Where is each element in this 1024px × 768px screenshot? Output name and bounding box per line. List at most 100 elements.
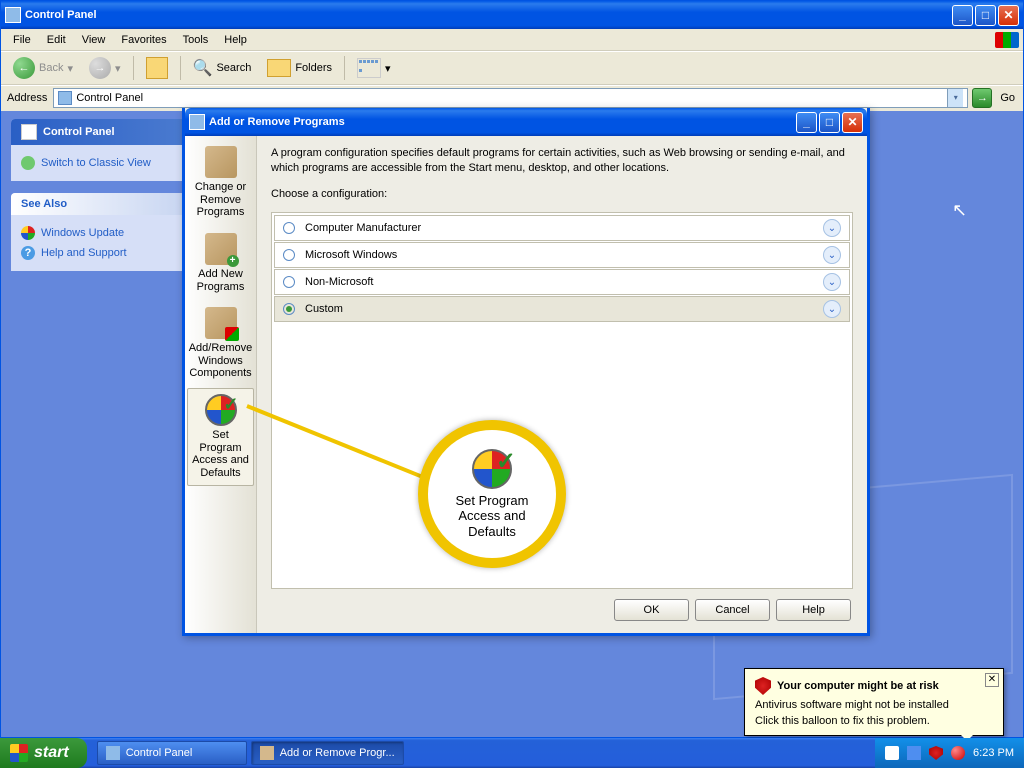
- menu-favorites[interactable]: Favorites: [113, 31, 174, 49]
- config-row-microsoft-windows[interactable]: Microsoft Windows ⌄: [274, 242, 850, 268]
- config-row-custom[interactable]: Custom ⌄: [274, 296, 850, 322]
- sidebar-change-remove[interactable]: Change or Remove Programs: [187, 140, 254, 225]
- switch-icon: [21, 156, 35, 170]
- menu-edit[interactable]: Edit: [39, 31, 74, 49]
- close-button[interactable]: ✕: [998, 5, 1019, 26]
- dialog-title: Add or Remove Programs: [209, 116, 796, 128]
- menu-file[interactable]: File: [5, 31, 39, 49]
- separator: [133, 56, 134, 80]
- expand-button[interactable]: ⌄: [823, 246, 841, 264]
- toolbar: ← Back ▾ → ▾ 🔍 Search Folders ▾: [1, 51, 1023, 85]
- windows-update-label: Windows Update: [41, 227, 124, 239]
- start-button[interactable]: start: [0, 738, 87, 768]
- chevron-down-icon: ▾: [67, 62, 73, 75]
- menu-help[interactable]: Help: [216, 31, 255, 49]
- panel-header: Control Panel: [11, 119, 189, 145]
- configuration-list: Computer Manufacturer ⌄ Microsoft Window…: [271, 212, 853, 589]
- dialog-close-button[interactable]: ✕: [842, 112, 863, 133]
- balloon-title-text: Your computer might be at risk: [777, 680, 939, 692]
- balloon-close-button[interactable]: ✕: [985, 673, 999, 687]
- help-button[interactable]: Help: [776, 599, 851, 621]
- search-label: Search: [216, 62, 251, 74]
- search-icon: 🔍: [193, 58, 213, 78]
- tray-shield-icon[interactable]: [929, 746, 943, 760]
- expand-button[interactable]: ⌄: [823, 300, 841, 318]
- back-button[interactable]: ← Back ▾: [7, 54, 79, 82]
- address-field[interactable]: Control Panel ▾: [53, 88, 968, 108]
- sidebar-set-program-access[interactable]: Set Program Access and Defaults: [187, 388, 254, 486]
- sidebar-label: Add New Programs: [190, 268, 251, 293]
- chevron-down-icon: ▾: [115, 62, 121, 75]
- radio-icon: [283, 303, 295, 315]
- switch-label: Switch to Classic View: [41, 157, 151, 169]
- windows-update-link[interactable]: Windows Update: [21, 223, 179, 243]
- tray-hint-icon[interactable]: [885, 746, 899, 760]
- search-button[interactable]: 🔍 Search: [187, 55, 258, 81]
- back-label: Back: [39, 62, 63, 74]
- folders-icon: [267, 59, 291, 77]
- clock[interactable]: 6:23 PM: [973, 747, 1014, 759]
- dialog-sidebar: Change or Remove Programs Add New Progra…: [185, 136, 257, 633]
- system-tray: 6:23 PM: [875, 738, 1024, 768]
- up-folder-icon: [146, 57, 168, 79]
- tray-desktop-icon[interactable]: [907, 746, 921, 760]
- address-bar: Address Control Panel ▾ → Go: [1, 85, 1023, 109]
- forward-button[interactable]: → ▾: [83, 54, 127, 82]
- maximize-button[interactable]: □: [975, 5, 996, 26]
- config-label: Computer Manufacturer: [305, 222, 823, 234]
- radio-icon: [283, 249, 295, 261]
- ok-button[interactable]: OK: [614, 599, 689, 621]
- config-row-non-microsoft[interactable]: Non-Microsoft ⌄: [274, 269, 850, 295]
- minimize-button[interactable]: _: [952, 5, 973, 26]
- dialog-maximize-button[interactable]: □: [819, 112, 840, 133]
- add-new-icon: [205, 233, 237, 265]
- titlebar: Control Panel _ □ ✕: [1, 1, 1023, 29]
- taskbar-item-control-panel[interactable]: Control Panel: [97, 741, 247, 765]
- panel-title: Control Panel: [43, 126, 115, 138]
- side-panel: Control Panel Switch to Classic View See…: [11, 119, 189, 283]
- sidebar-windows-components[interactable]: Add/Remove Windows Components: [187, 301, 254, 386]
- windows-update-icon: [21, 226, 35, 240]
- security-balloon[interactable]: ✕ Your computer might be at risk Antivir…: [744, 668, 1004, 736]
- help-label: Help and Support: [41, 247, 127, 259]
- dialog-minimize-button[interactable]: _: [796, 112, 817, 133]
- config-row-manufacturer[interactable]: Computer Manufacturer ⌄: [274, 215, 850, 241]
- switch-classic-view-link[interactable]: Switch to Classic View: [21, 153, 179, 173]
- choose-label: Choose a configuration:: [271, 187, 853, 202]
- callout-icon: [472, 449, 512, 489]
- expand-button[interactable]: ⌄: [823, 273, 841, 291]
- sidebar-add-new[interactable]: Add New Programs: [187, 227, 254, 299]
- address-dropdown[interactable]: ▾: [947, 89, 963, 107]
- menu-view[interactable]: View: [74, 31, 114, 49]
- tray-ball-icon[interactable]: [951, 746, 965, 760]
- balloon-title: Your computer might be at risk: [755, 677, 993, 695]
- radio-icon: [283, 276, 295, 288]
- description-text: A program configuration specifies defaul…: [271, 146, 853, 177]
- go-label: Go: [996, 92, 1019, 104]
- up-button[interactable]: [140, 54, 174, 82]
- taskbar-item-add-remove[interactable]: Add or Remove Progr...: [251, 741, 404, 765]
- sidebar-label: Add/Remove Windows Components: [189, 342, 253, 380]
- task-label: Add or Remove Progr...: [280, 747, 395, 759]
- sidebar-label: Change or Remove Programs: [190, 181, 251, 219]
- separator: [180, 56, 181, 80]
- window-title: Control Panel: [25, 9, 952, 21]
- taskbar: start Control Panel Add or Remove Progr.…: [0, 738, 1024, 768]
- views-button[interactable]: ▾: [351, 55, 397, 81]
- app-icon: [5, 7, 21, 23]
- dialog-titlebar: Add or Remove Programs _ □ ✕: [185, 108, 867, 136]
- chevron-down-icon: ▾: [385, 62, 391, 75]
- sidebar-label: Set Program Access and Defaults: [190, 429, 251, 480]
- views-icon: [357, 58, 381, 78]
- menu-tools[interactable]: Tools: [175, 31, 217, 49]
- cancel-button[interactable]: Cancel: [695, 599, 770, 621]
- task-icon: [106, 746, 120, 760]
- menubar: File Edit View Favorites Tools Help: [1, 29, 1023, 51]
- help-support-link[interactable]: ? Help and Support: [21, 243, 179, 263]
- address-icon: [58, 91, 72, 105]
- folders-button[interactable]: Folders: [261, 56, 338, 80]
- forward-icon: →: [89, 57, 111, 79]
- expand-button[interactable]: ⌄: [823, 219, 841, 237]
- go-button[interactable]: →: [972, 88, 992, 108]
- dialog-main: A program configuration specifies defaul…: [257, 136, 867, 633]
